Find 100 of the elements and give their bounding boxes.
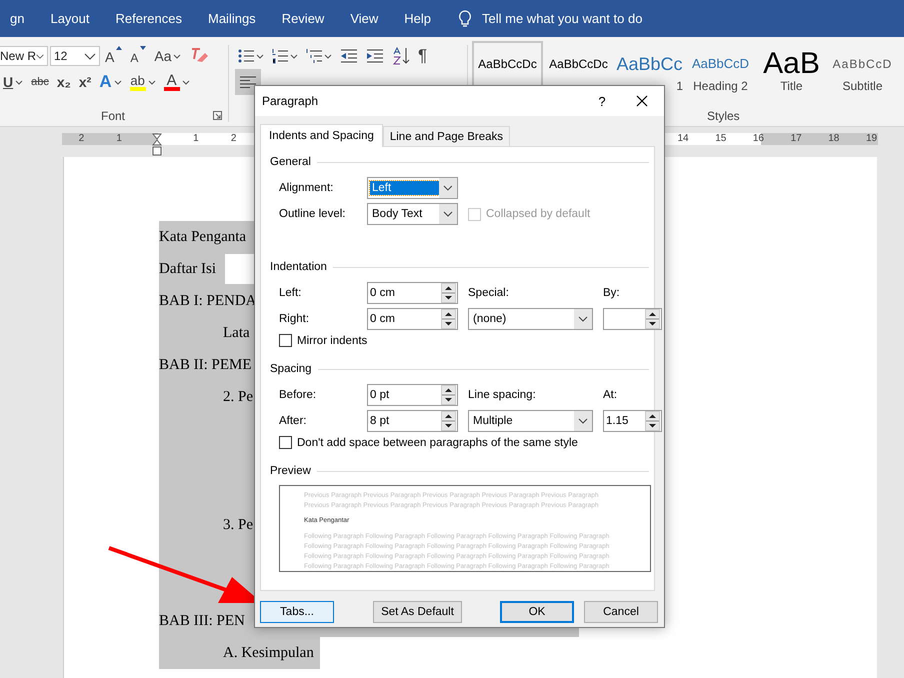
dialog-button[interactable]: Set As Default — [373, 601, 462, 623]
font-name-dropdown[interactable]: New R — [0, 46, 48, 66]
dialog-button[interactable]: OK — [500, 601, 574, 623]
spin-field[interactable]: 0 cm — [367, 308, 458, 330]
ribbon-tab[interactable]: View — [337, 11, 392, 26]
caret-icon — [574, 411, 592, 431]
ribbon-tab[interactable]: Help — [391, 11, 444, 26]
style-item[interactable]: AaB Title — [756, 41, 827, 103]
dialog-button[interactable]: Tabs... — [260, 601, 334, 623]
spin-arrows-icon — [441, 283, 456, 303]
document-text: BAB I: PENDA — [159, 292, 257, 310]
spin-arrows-icon — [645, 411, 660, 431]
ribbon-tab[interactable]: Layout — [37, 11, 103, 26]
checkbox-label: Don't add space between paragraphs of the same style — [297, 436, 578, 448]
ruler-number: 1 — [116, 132, 122, 144]
caret-icon — [148, 80, 156, 84]
text-effects-button[interactable]: A — [96, 70, 125, 94]
section-heading: Preview — [270, 465, 311, 477]
increase-indent-icon — [366, 49, 384, 63]
spin-field[interactable]: 8 pt — [367, 410, 458, 432]
caret-icon — [116, 46, 122, 50]
field-label: Outline level: — [279, 208, 346, 220]
spin-field[interactable]: 0 pt — [367, 384, 458, 406]
dialog-tab[interactable]: Line and Page Breaks — [382, 126, 510, 146]
bulleted-list-icon — [238, 48, 254, 64]
document-text: A. Kesimpulan — [223, 644, 314, 662]
ruler-number: 2 — [230, 132, 236, 144]
field-label: Special: — [468, 287, 510, 299]
dialog-tab[interactable]: Indents and Spacing — [260, 124, 383, 147]
caret-icon — [324, 54, 332, 58]
caret-icon — [574, 309, 592, 329]
ribbon-tab[interactable]: References — [102, 11, 195, 26]
help-button[interactable]: ? — [582, 87, 622, 115]
dropdown-field[interactable]: (none) — [468, 308, 593, 330]
numbered-list-icon — [272, 48, 288, 64]
unselected-gap — [225, 254, 254, 284]
superscript-button[interactable]: x² — [76, 70, 94, 94]
caret-icon — [439, 204, 457, 224]
caret-icon — [173, 54, 182, 58]
caret-icon — [84, 52, 96, 60]
shrink-font-button[interactable]: A — [127, 44, 150, 68]
caret-icon — [114, 80, 122, 84]
style-item[interactable]: AaBbCcD Heading 2 — [685, 41, 756, 103]
caret-icon — [36, 52, 44, 60]
decrease-indent-icon — [340, 49, 358, 63]
dropdown-field[interactable]: Multiple — [468, 410, 593, 432]
document-text: BAB III: PEN — [159, 612, 245, 630]
style-item[interactable]: AaBbCcD Subtitle — [827, 41, 898, 103]
ribbon-tab[interactable]: gn — [0, 11, 38, 26]
checkbox[interactable] — [279, 436, 292, 449]
spin-arrows-icon — [441, 309, 456, 329]
dropdown-field[interactable]: Body Text — [367, 203, 458, 225]
spin-field[interactable]: 1.15 — [603, 410, 662, 432]
font-color-button[interactable]: A — [160, 70, 193, 94]
caret-icon — [290, 54, 298, 58]
document-text: BAB II: PEME — [159, 356, 252, 374]
field-label: Right: — [279, 313, 310, 325]
font-size-dropdown[interactable]: 12 — [50, 46, 100, 66]
checkbox[interactable] — [279, 334, 292, 347]
highlight-color-button[interactable]: ab — [126, 70, 159, 94]
dialog-title: Paragraph — [262, 94, 320, 108]
ruler-number: 16 — [752, 132, 764, 144]
ribbon-tab[interactable]: Review — [268, 11, 338, 26]
tell-me-search[interactable]: Tell me what you want to do — [482, 11, 642, 26]
ruler-number: 2 — [78, 132, 84, 144]
checkbox-label: Mirror indents — [297, 334, 368, 346]
spin-field[interactable]: 0 cm — [367, 282, 458, 304]
underline-button[interactable]: U — [0, 70, 26, 94]
group-label: Styles — [707, 109, 740, 123]
field-label: Left: — [279, 287, 302, 299]
field-label: At: — [603, 389, 618, 401]
show-formatting-button[interactable]: ¶ — [415, 44, 430, 68]
section-heading: Spacing — [270, 363, 312, 375]
strikethrough-button[interactable]: abc — [28, 70, 52, 94]
align-left-button[interactable] — [235, 69, 261, 95]
spin-arrows-icon — [441, 411, 456, 431]
subscript-button[interactable]: x₂ — [54, 70, 74, 94]
spin-arrows-icon — [645, 309, 660, 329]
spin-field[interactable] — [603, 308, 662, 330]
field-label: Alignment: — [279, 182, 334, 194]
ruler-number: 14 — [678, 132, 689, 144]
multilevel-list-icon — [306, 48, 322, 64]
lightbulb-icon — [458, 10, 472, 28]
caret-icon — [439, 178, 457, 198]
caret-icon — [140, 46, 146, 50]
section-heading: Indentation — [270, 261, 327, 273]
document-text: 2. Pe — [223, 388, 253, 406]
eraser-icon — [189, 47, 210, 65]
field-label: Line spacing: — [468, 389, 537, 401]
document-text: 3. Pe — [223, 516, 253, 534]
caret-icon — [256, 54, 264, 58]
dropdown-field[interactable]: Left — [367, 177, 458, 199]
change-case-button[interactable]: Aa — [151, 44, 184, 68]
document-text: Daftar Isi — [159, 260, 216, 278]
ribbon-tab[interactable]: Mailings — [195, 11, 269, 26]
dialog-button[interactable]: Cancel — [584, 601, 658, 623]
field-label: Before: — [279, 389, 318, 401]
dialog-launcher-icon — [213, 111, 222, 120]
grow-font-button[interactable]: A — [102, 44, 126, 68]
field-label: By: — [603, 287, 621, 299]
